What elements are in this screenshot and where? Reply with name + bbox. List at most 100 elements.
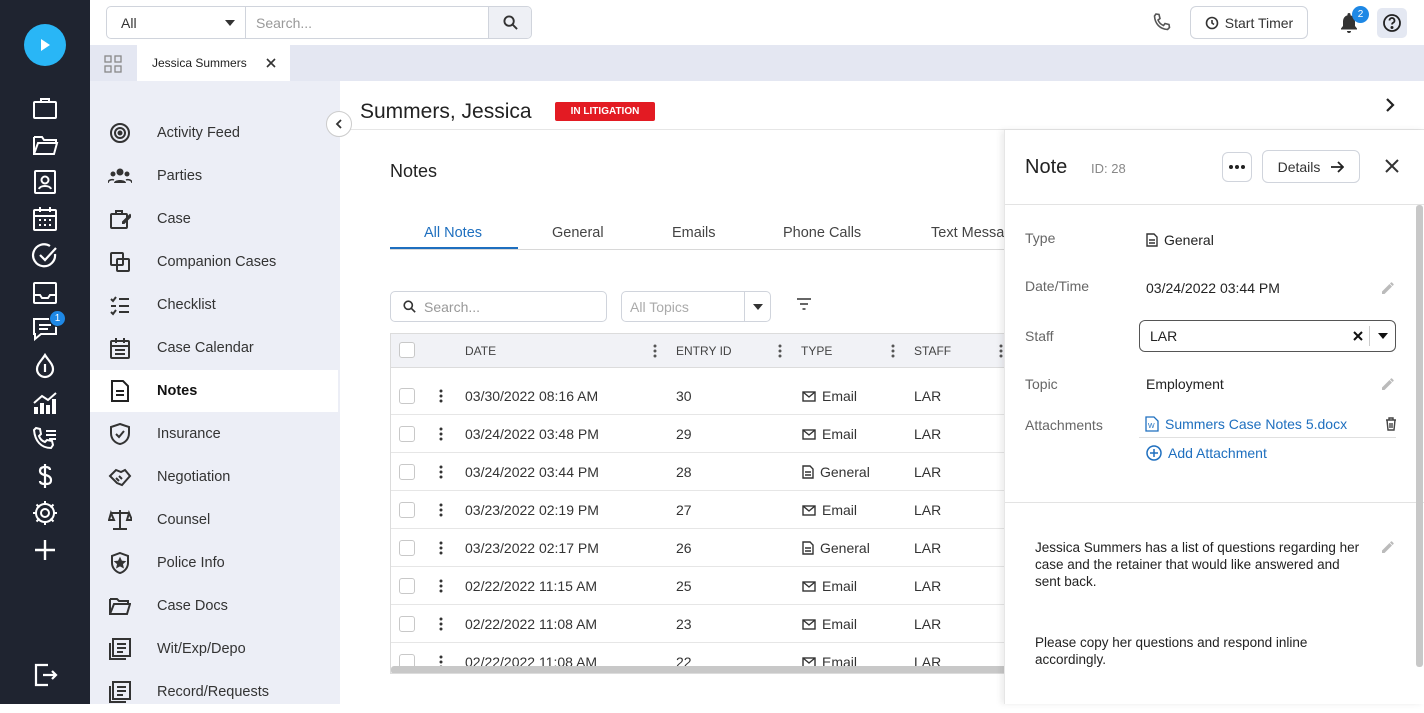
more-options-button[interactable]: [1222, 152, 1252, 182]
dollar-icon[interactable]: [30, 461, 60, 491]
table-row[interactable]: 03/23/2022 02:17 PM 26 General LAR: [391, 529, 1009, 567]
row-checkbox[interactable]: [399, 578, 415, 594]
phone-icon[interactable]: [1152, 12, 1172, 32]
table-row[interactable]: 02/22/2022 11:08 AM 23 Email LAR: [391, 605, 1009, 643]
sidebar-item-companion-cases[interactable]: Companion Cases: [90, 241, 338, 283]
app-logo-icon[interactable]: [24, 24, 66, 66]
settings-gear-icon[interactable]: [30, 498, 60, 528]
calendar-icon[interactable]: [30, 204, 60, 234]
help-icon[interactable]: [1377, 8, 1407, 38]
inbox-icon[interactable]: [30, 278, 60, 308]
sidebar-item-case[interactable]: Case: [90, 198, 338, 240]
edit-pencil-icon[interactable]: [1381, 281, 1395, 295]
contacts-icon[interactable]: [30, 167, 60, 197]
row-actions-icon[interactable]: [439, 503, 443, 517]
caret-down-icon[interactable]: [1369, 326, 1395, 346]
cell-type: General: [802, 464, 870, 480]
tab-general[interactable]: General: [552, 225, 604, 241]
row-checkbox[interactable]: [399, 388, 415, 404]
row-actions-icon[interactable]: [439, 389, 443, 403]
row-checkbox[interactable]: [399, 502, 415, 518]
delete-trash-icon[interactable]: [1385, 417, 1397, 431]
add-attachment-button[interactable]: Add Attachment: [1146, 445, 1267, 461]
sidebar-item-wit-exp-depo[interactable]: Wit/Exp/Depo: [90, 628, 338, 670]
column-menu-icon[interactable]: [891, 343, 895, 359]
global-search-input[interactable]: Search...: [246, 7, 488, 38]
briefcase-icon[interactable]: [30, 93, 60, 123]
staff-select[interactable]: LAR: [1139, 320, 1396, 352]
tab-emails[interactable]: Emails: [672, 225, 716, 241]
search-button[interactable]: [488, 7, 531, 38]
edit-pencil-icon[interactable]: [1381, 540, 1395, 554]
table-row[interactable]: 03/23/2022 02:19 PM 27 Email LAR: [391, 491, 1009, 529]
people-icon: [108, 164, 132, 188]
logout-icon[interactable]: [30, 660, 60, 690]
row-checkbox[interactable]: [399, 540, 415, 556]
apps-grid-icon[interactable]: [104, 55, 122, 73]
chevron-right-icon[interactable]: [1384, 97, 1396, 113]
sidebar-item-case-calendar[interactable]: Case Calendar: [90, 327, 338, 369]
column-menu-icon[interactable]: [999, 343, 1003, 359]
drop-icon[interactable]: [30, 351, 60, 381]
table-row[interactable]: 02/22/2022 11:15 AM 25 Email LAR: [391, 567, 1009, 605]
close-panel-icon[interactable]: [1384, 158, 1400, 174]
sidebar-item-notes[interactable]: Notes: [90, 370, 338, 412]
table-horizontal-scrollbar[interactable]: [391, 666, 1009, 673]
search-scope-select[interactable]: All: [107, 7, 246, 38]
row-checkbox[interactable]: [399, 464, 415, 480]
tab-all-notes[interactable]: All Notes: [424, 225, 482, 241]
row-actions-icon[interactable]: [439, 541, 443, 555]
sidebar-item-negotiation[interactable]: Negotiation: [90, 456, 338, 498]
collapse-sidebar-button[interactable]: [326, 111, 352, 137]
cell-type: Email: [802, 502, 857, 518]
sidebar-item-case-docs[interactable]: Case Docs: [90, 585, 338, 627]
table-row[interactable]: 03/24/2022 03:44 PM 28 General LAR: [391, 453, 1009, 491]
row-actions-icon[interactable]: [439, 617, 443, 631]
clear-icon[interactable]: [1347, 331, 1369, 341]
tab-phone-calls[interactable]: Phone Calls: [783, 225, 861, 241]
select-all-checkbox[interactable]: [399, 342, 415, 358]
check-circle-icon[interactable]: [30, 241, 60, 271]
table-row[interactable]: 03/24/2022 03:48 PM 29 Email LAR: [391, 415, 1009, 453]
open-folder-icon[interactable]: [30, 130, 60, 160]
close-tab-icon[interactable]: [266, 58, 276, 68]
sidebar-item-record-requests[interactable]: Record/Requests: [90, 671, 338, 713]
sidebar-item-label: Parties: [157, 168, 203, 184]
sidebar-item-insurance[interactable]: Insurance: [90, 413, 338, 455]
row-checkbox[interactable]: [399, 616, 415, 632]
topics-select[interactable]: All Topics: [621, 291, 771, 322]
filter-icon[interactable]: [796, 298, 812, 310]
sidebar-item-parties[interactable]: Parties: [90, 155, 338, 197]
attachment-filename[interactable]: Summers Case Notes 5.docx: [1165, 416, 1347, 432]
row-actions-icon[interactable]: [439, 465, 443, 479]
start-timer-button[interactable]: Start Timer: [1190, 6, 1308, 39]
column-menu-icon[interactable]: [778, 343, 782, 359]
notes-search-input[interactable]: Search...: [390, 291, 607, 322]
svg-text:W: W: [1148, 423, 1155, 430]
col-type-header[interactable]: TYPE: [801, 344, 832, 358]
tab-text-messages[interactable]: Text Messa: [931, 225, 1004, 241]
sidebar-item-label: Checklist: [157, 297, 216, 313]
row-checkbox[interactable]: [399, 426, 415, 442]
attachment-item[interactable]: W Summers Case Notes 5.docx: [1139, 410, 1396, 438]
col-date-header[interactable]: DATE: [465, 344, 496, 358]
add-icon[interactable]: [30, 535, 60, 565]
sidebar-item-activity-feed[interactable]: Activity Feed: [90, 112, 338, 154]
row-actions-icon[interactable]: [439, 427, 443, 441]
analytics-icon[interactable]: [30, 388, 60, 418]
call-log-icon[interactable]: [30, 424, 60, 454]
edit-pencil-icon[interactable]: [1381, 377, 1395, 391]
row-actions-icon[interactable]: [439, 579, 443, 593]
table-row[interactable]: 03/30/2022 08:16 AM 30 Email LAR: [391, 377, 1009, 415]
tab-jessica-summers[interactable]: Jessica Summers: [137, 45, 290, 81]
staff-value: LAR: [1150, 328, 1178, 344]
col-staff-header[interactable]: STAFF: [914, 344, 951, 358]
column-menu-icon[interactable]: [653, 343, 657, 359]
sidebar-item-police-info[interactable]: Police Info: [90, 542, 338, 584]
panel-scrollbar[interactable]: [1416, 205, 1423, 667]
document-icon: [802, 541, 814, 555]
sidebar-item-checklist[interactable]: Checklist: [90, 284, 338, 326]
details-button[interactable]: Details: [1262, 150, 1360, 183]
col-entry-id-header[interactable]: ENTRY ID: [676, 344, 732, 358]
sidebar-item-counsel[interactable]: Counsel: [90, 499, 338, 541]
